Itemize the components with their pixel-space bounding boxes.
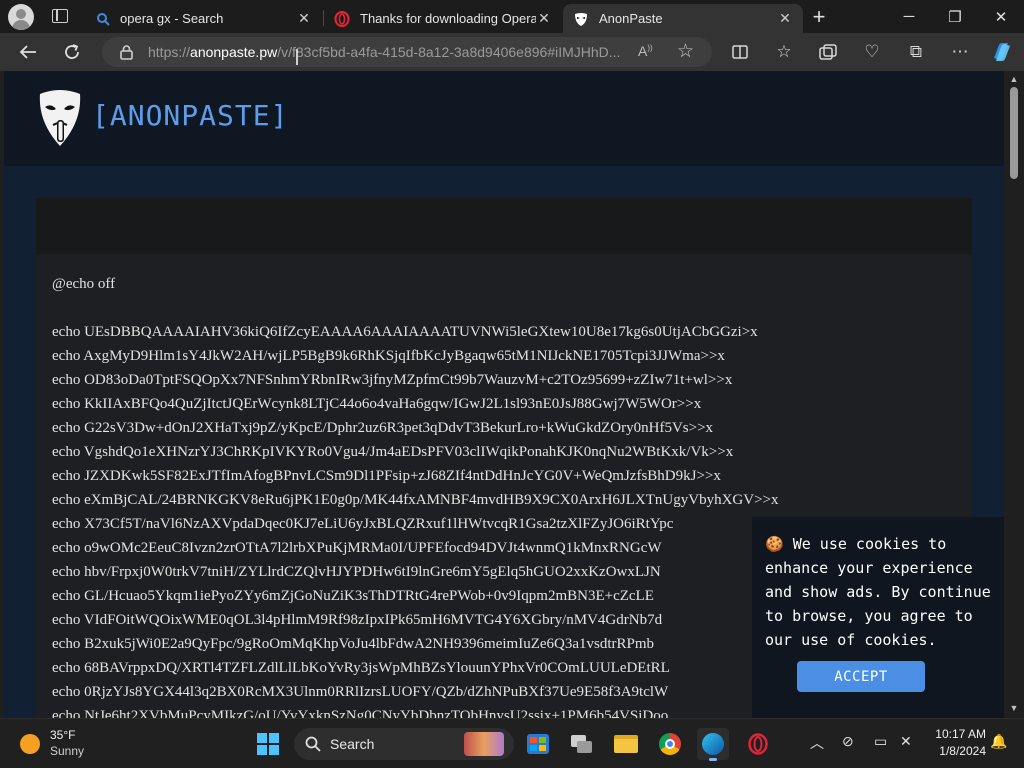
browser-toolbar: https://anonpaste.pw/v/f83cf5bd-a4fa-415… [0,33,1024,71]
clock-time: 10:17 AM [935,727,986,741]
new-tab-button[interactable]: + [806,4,832,30]
url-host: anonpaste.pw [190,44,278,60]
refresh-icon [65,44,79,59]
site-title[interactable]: [ANONPASTE] [92,99,288,132]
paste-line: echo KkIIAxBFQo4QuZjItctJQErWcynk8LTjC44… [52,396,702,412]
paste-line: echo G22sV3Dw+dOnJ2XHaTxj9pZ/yKpcE/Dphr2… [52,420,714,436]
accept-cookies-button[interactable]: ACCEPT [797,661,925,692]
profile-avatar[interactable] [8,4,34,30]
file-explorer-icon[interactable] [610,728,642,760]
copilot-icon[interactable] [987,37,1017,67]
paste-line: echo VgshdQo1eXHNzrYJ3ChRKpIVKYRo0Vgu4/J… [52,444,734,460]
search-icon [97,12,110,26]
paste-line: echo OD83oDa0TptFSQOpXx7NFSnhmYRbnIRw3jf… [52,372,733,388]
chevron-up-icon[interactable]: ︿ [810,733,824,753]
site-header: [ANONPASTE] [4,71,1004,166]
favorites-icon[interactable]: ☆ [769,37,799,67]
paste-line [52,296,962,320]
address-bar[interactable]: https://anonpaste.pw/v/f83cf5bd-a4fa-415… [102,37,712,67]
mouse-cursor [296,49,298,65]
split-screen-icon[interactable] [725,37,755,67]
sun-icon [20,734,40,754]
taskbar-search[interactable]: Search [294,728,514,760]
close-tab-icon[interactable]: ✕ [777,10,793,27]
paste-line: echo JZXDKwk5SF82ExJTfImAfogBPnvLCSm9Dl1… [52,468,721,484]
anonpaste-logo[interactable] [36,88,84,148]
tab-opera-gx-search[interactable]: opera gx - Search ✕ [86,4,322,33]
tab-title: Thanks for downloading Opera [360,11,536,26]
search-icon [305,736,321,752]
back-button[interactable] [13,37,43,67]
start-button[interactable] [252,728,284,760]
cookie-emoji-icon: 🍪 [765,535,784,553]
more-options-icon[interactable]: ⋯ [945,37,975,67]
clock[interactable]: 10:17 AM 1/8/2024 [924,726,986,760]
chrome-icon[interactable] [654,728,686,760]
collections-icon[interactable] [813,37,843,67]
display-icon[interactable]: ▭ [874,733,887,750]
cookie-banner: 🍪 We use cookies to enhance your experie… [752,517,1004,718]
windows-icon [257,733,279,755]
cookie-text: We use cookies to enhance your experienc… [765,535,991,649]
favorite-star-icon[interactable]: ☆ [677,40,694,63]
microsoft-store-icon[interactable] [522,728,554,760]
cookie-message: 🍪 We use cookies to enhance your experie… [765,532,1001,652]
tab-actions-icon[interactable] [52,9,68,23]
arrow-left-icon [19,45,36,59]
scroll-down-icon[interactable]: ▼ [1008,703,1020,713]
windows-taskbar: 35°F Sunny Search ︿ ⊘ ▭ ✕ 10:17 AM 1/8/2… [0,718,1024,768]
refresh-button[interactable] [57,37,87,67]
tab-title: opera gx - Search [120,11,224,26]
close-tab-icon[interactable]: ✕ [536,10,552,27]
close-tab-icon[interactable]: ✕ [296,10,312,27]
url-path: /v/f83cf5bd-a4fa-415d-8a12-3a8d9406e896#… [277,44,621,60]
weather-widget[interactable]: 35°F Sunny [12,727,132,761]
tab-anonpaste[interactable]: AnonPaste ✕ [563,4,803,33]
url-text[interactable]: https://anonpaste.pw/v/f83cf5bd-a4fa-415… [148,44,620,60]
search-highlight-icon [464,732,504,756]
lock-icon[interactable] [120,45,133,60]
browser-essentials-icon[interactable]: ♡ [857,37,887,67]
edge-icon[interactable] [697,728,729,761]
opera-icon [334,10,350,27]
weather-desc: Sunny [50,744,85,758]
anonpaste-icon [575,12,587,26]
search-label: Search [330,736,375,752]
clock-date: 1/8/2024 [939,744,986,758]
restore-button[interactable]: ❐ [932,0,978,33]
extensions-icon[interactable]: ⧉ [901,37,931,67]
weather-temp: 35°F [50,728,76,742]
close-window-button[interactable]: ✕ [978,0,1024,33]
network-off-icon[interactable]: ⊘ [842,733,854,750]
scroll-up-icon[interactable]: ▲ [1008,74,1020,84]
opera-gx-icon[interactable] [742,728,774,760]
page-scrollbar[interactable]: ▲ ▼ [1004,71,1024,718]
paste-line: @echo off [52,276,116,292]
read-aloud-icon[interactable]: A)) [638,43,653,59]
notification-bell-icon[interactable]: 🔔 [990,733,1007,750]
tab-thanks-opera[interactable]: Thanks for downloading Opera ✕ [324,4,562,33]
paste-line: echo eXmBjCAL/24BRNKGKV8eRu6jPK1E0g0p/MK… [52,492,779,508]
paste-header-bar [36,198,972,254]
task-view-icon[interactable] [566,728,598,760]
tab-title: AnonPaste [599,11,663,26]
minimize-button[interactable]: ─ [886,0,932,33]
url-scheme: https:// [148,44,191,60]
scroll-thumb[interactable] [1010,87,1018,179]
tab-strip: opera gx - Search ✕ Thanks for downloadi… [0,0,1024,33]
paste-line: echo UEsDBBQAAAAIAHV36kiQ6IfZcyEAAAA6AAA… [52,324,758,340]
volume-muted-icon[interactable]: ✕ [900,733,912,750]
paste-line: echo AxgMyD9Hlm1sY4JkW2AH/wjLP5BgB9k6RhK… [52,348,725,364]
